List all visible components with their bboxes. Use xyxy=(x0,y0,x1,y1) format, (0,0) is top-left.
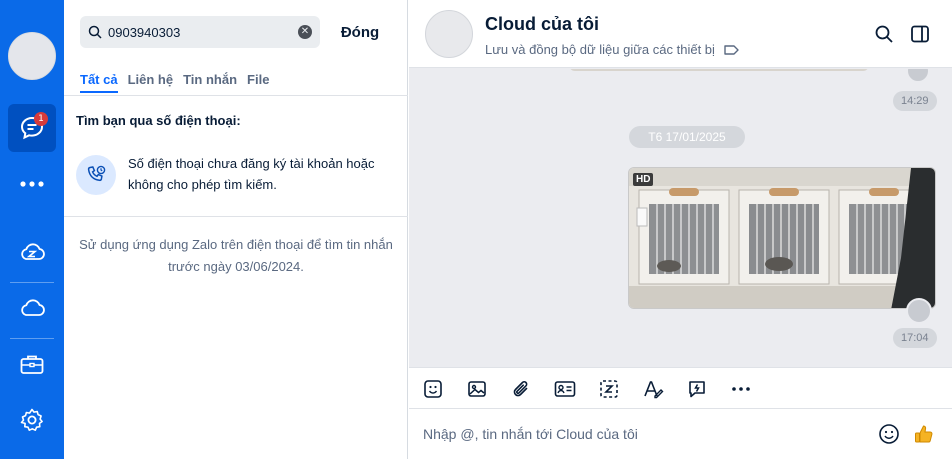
quick-message-icon[interactable] xyxy=(685,377,709,401)
zcloud-nav-button[interactable] xyxy=(8,228,56,276)
tab-contacts[interactable]: Liên hệ xyxy=(128,72,174,93)
close-search-button[interactable]: Đóng xyxy=(328,16,392,48)
emoji-icon[interactable] xyxy=(877,422,901,446)
tabs-divider xyxy=(64,95,408,96)
contact-card-icon[interactable] xyxy=(553,377,577,401)
app-rail: 1 xyxy=(0,0,64,459)
cloud-nav-button[interactable] xyxy=(8,284,56,332)
more-options-icon[interactable] xyxy=(729,377,753,401)
briefcase-icon xyxy=(20,355,44,374)
chat-nav-button[interactable]: 1 xyxy=(8,104,56,152)
phone-search-notice: Số điện thoại chưa đăng ký tài khoản hoặ… xyxy=(128,156,375,192)
rail-divider xyxy=(10,338,54,339)
attachment-icon[interactable] xyxy=(509,377,533,401)
sticker-icon[interactable] xyxy=(421,377,445,401)
message-timestamp: 14:29 xyxy=(893,91,937,111)
unread-badge: 1 xyxy=(34,112,48,126)
text-format-icon[interactable] xyxy=(641,377,665,401)
more-nav-button[interactable] xyxy=(8,160,56,208)
chat-header: Cloud của tôi Lưu và đồng bộ dữ liệu giữ… xyxy=(409,0,952,68)
conversation-info-icon[interactable] xyxy=(908,22,932,46)
composer-toolbar xyxy=(409,367,952,409)
search-chat-icon[interactable] xyxy=(872,22,896,46)
cloud-icon xyxy=(21,299,45,316)
rail-divider xyxy=(10,282,54,283)
search-tabs: Tất cả Liên hệ Tin nhắn File xyxy=(80,72,279,93)
zcloud-icon xyxy=(21,243,45,260)
more-dots-icon xyxy=(20,181,44,187)
section-divider xyxy=(64,216,408,217)
search-input[interactable] xyxy=(108,22,298,42)
conversation-title[interactable]: Cloud của tôi xyxy=(485,14,599,35)
message-timestamp: 17:04 xyxy=(893,328,937,348)
toolbox-nav-button[interactable] xyxy=(8,340,56,388)
message-input[interactable] xyxy=(423,423,863,445)
conversation-subtitle: Lưu và đồng bộ dữ liệu giữa các thiết bị xyxy=(485,42,741,57)
clear-search-icon[interactable]: ✕ xyxy=(298,25,312,39)
screenshot-icon[interactable] xyxy=(597,377,621,401)
user-avatar[interactable] xyxy=(8,32,56,80)
tab-files[interactable]: File xyxy=(247,72,269,93)
tab-all[interactable]: Tất cả xyxy=(80,72,118,93)
settings-nav-button[interactable] xyxy=(8,396,56,444)
image-message[interactable]: HD xyxy=(628,167,936,309)
phone-clock-icon xyxy=(76,155,116,195)
search-panel: ✕ Đóng Tất cả Liên hệ Tin nhắn File Tìm … xyxy=(64,0,408,459)
chat-window: Cloud của tôi Lưu và đồng bộ dữ liệu giữ… xyxy=(409,0,952,459)
reaction-button[interactable] xyxy=(906,298,932,324)
search-icon xyxy=(88,25,102,39)
tab-messages[interactable]: Tin nhắn xyxy=(183,72,237,93)
gear-icon xyxy=(20,408,43,431)
date-divider: T6 17/01/2025 xyxy=(629,126,745,148)
kennel-photo xyxy=(629,168,935,308)
image-icon[interactable] xyxy=(465,377,489,401)
phone-search-result: Số điện thoại chưa đăng ký tài khoản hoặ… xyxy=(76,155,396,195)
tag-icon[interactable] xyxy=(723,44,741,56)
previous-image-message[interactable] xyxy=(569,69,869,71)
message-list[interactable]: 14:29 T6 17/01/2025 HD 17:04 xyxy=(409,69,952,367)
subtitle-text: Lưu và đồng bộ dữ liệu giữa các thiết bị xyxy=(485,42,715,57)
hd-badge: HD xyxy=(633,173,654,186)
message-composer xyxy=(409,409,952,459)
thumbs-up-icon[interactable] xyxy=(912,422,936,446)
phone-search-heading: Tìm bạn qua số điện thoại: xyxy=(76,113,241,128)
reaction-button[interactable] xyxy=(906,69,930,83)
conversation-avatar[interactable] xyxy=(425,10,473,58)
mobile-search-hint: Sử dụng ứng dụng Zalo trên điện thoại để… xyxy=(79,237,393,274)
search-box: ✕ xyxy=(80,16,320,48)
